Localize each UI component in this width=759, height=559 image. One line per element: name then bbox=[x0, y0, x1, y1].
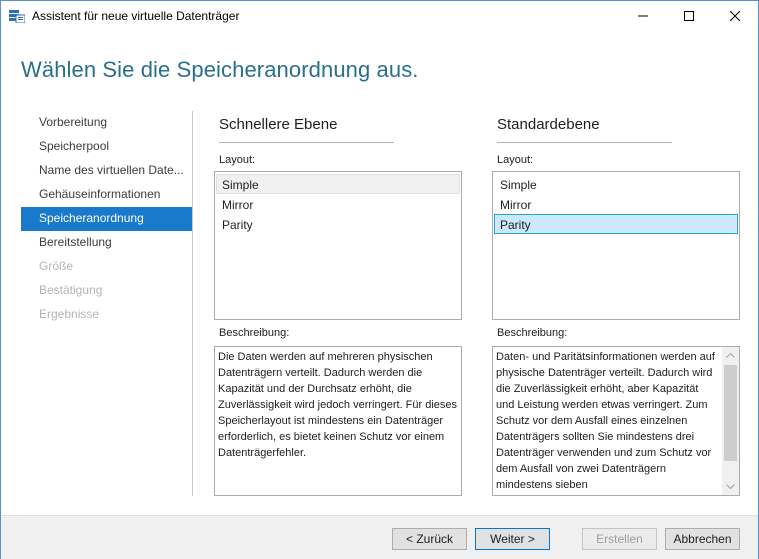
wizard-steps-nav: Vorbereitung Speicherpool Name des virtu… bbox=[21, 111, 192, 327]
nav-item-bereitstellung[interactable]: Bereitstellung bbox=[21, 231, 192, 255]
scroll-thumb[interactable] bbox=[724, 365, 737, 461]
create-button: Erstellen bbox=[582, 528, 657, 550]
standard-tier-option-simple[interactable]: Simple bbox=[494, 174, 738, 194]
fast-tier-heading-rule bbox=[219, 142, 394, 143]
cancel-button[interactable]: Abbrechen bbox=[665, 528, 740, 550]
standard-tier-description-label: Beschreibung: bbox=[497, 327, 568, 339]
standard-tier-layout-label: Layout: bbox=[497, 154, 534, 166]
close-icon bbox=[730, 11, 740, 21]
scroll-down-icon[interactable] bbox=[722, 478, 739, 495]
nav-item-ergebnisse: Ergebnisse bbox=[39, 307, 100, 321]
close-button[interactable] bbox=[712, 1, 758, 31]
standard-tier-heading: Standardebene bbox=[497, 116, 600, 133]
next-button[interactable]: Weiter > bbox=[475, 528, 550, 550]
maximize-button[interactable] bbox=[666, 1, 712, 31]
nav-item-groesse: Größe bbox=[39, 259, 74, 273]
nav-item-gehaeuseinformationen[interactable]: Gehäuseinformationen bbox=[21, 183, 192, 207]
wizard-footer: < Zurück Weiter > Erstellen Abbrechen bbox=[1, 515, 758, 559]
maximize-icon bbox=[684, 11, 694, 21]
title-bar[interactable]: Assistent für neue virtuelle Datenträger bbox=[1, 1, 758, 31]
nav-item-name[interactable]: Name des virtuellen Date... bbox=[21, 159, 192, 183]
fast-tier-layout-list[interactable]: Simple Mirror Parity bbox=[214, 171, 462, 320]
description-scrollbar[interactable] bbox=[722, 347, 739, 495]
page-title: Wählen Sie die Speicheranordnung aus. bbox=[21, 57, 419, 82]
fast-tier-option-parity[interactable]: Parity bbox=[216, 214, 460, 234]
nav-item-vorbereitung[interactable]: Vorbereitung bbox=[21, 111, 192, 135]
sidebar-divider bbox=[192, 111, 193, 496]
standard-tier-panel: Standardebene Layout: Simple Mirror Pari… bbox=[492, 111, 742, 496]
window-title: Assistent für neue virtuelle Datenträger bbox=[32, 9, 240, 23]
wizard-window: Assistent für neue virtuelle Datenträger… bbox=[0, 0, 759, 559]
back-button[interactable]: < Zurück bbox=[392, 528, 467, 550]
nav-item-bestaetigung: Bestätigung bbox=[39, 283, 103, 297]
minimize-icon bbox=[638, 15, 648, 17]
nav-item-speicheranordnung[interactable]: Speicheranordnung bbox=[21, 207, 192, 231]
fast-tier-description: Die Daten werden auf mehreren physischen… bbox=[214, 346, 462, 496]
standard-tier-description-box[interactable]: Daten- und Paritätsinformationen werden … bbox=[492, 346, 740, 496]
fast-tier-heading: Schnellere Ebene bbox=[219, 116, 338, 133]
fast-tier-panel: Schnellere Ebene Layout: Simple Mirror P… bbox=[214, 111, 464, 496]
standard-tier-heading-rule bbox=[497, 142, 672, 143]
nav-item-speicherpool[interactable]: Speicherpool bbox=[21, 135, 192, 159]
fast-tier-description-label: Beschreibung: bbox=[219, 327, 290, 339]
standard-tier-layout-list[interactable]: Simple Mirror Parity bbox=[492, 171, 740, 320]
standard-tier-description: Daten- und Paritätsinformationen werden … bbox=[496, 351, 715, 491]
scroll-up-icon[interactable] bbox=[722, 347, 739, 364]
standard-tier-option-parity[interactable]: Parity bbox=[494, 214, 738, 234]
standard-tier-option-mirror[interactable]: Mirror bbox=[494, 194, 738, 214]
fast-tier-option-simple[interactable]: Simple bbox=[216, 174, 460, 194]
storage-wizard-icon bbox=[9, 9, 26, 24]
minimize-button[interactable] bbox=[620, 1, 666, 31]
fast-tier-option-mirror[interactable]: Mirror bbox=[216, 194, 460, 214]
fast-tier-layout-label: Layout: bbox=[219, 154, 256, 166]
